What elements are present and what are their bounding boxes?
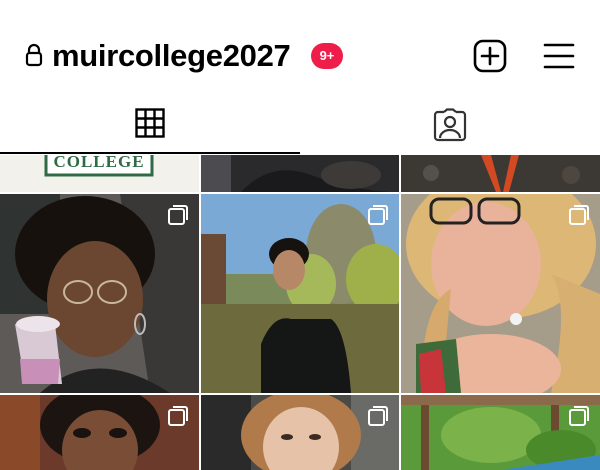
carousel-icon [368, 205, 388, 225]
carousel-icon [569, 406, 589, 426]
profile-header: muircollege2027 9+ [0, 0, 600, 100]
carousel-icon [368, 406, 388, 426]
tab-tagged[interactable] [300, 100, 600, 154]
college-banner-text: COLLEGE [53, 155, 145, 171]
post-thumbnail[interactable] [401, 194, 600, 393]
lock-icon [25, 43, 43, 67]
notification-badge[interactable]: 9+ [311, 43, 343, 69]
profile-tabs [0, 100, 600, 154]
carousel-icon [168, 406, 188, 426]
post-thumbnail[interactable] [401, 155, 600, 192]
post-thumbnail[interactable] [401, 395, 600, 470]
post-photo [201, 155, 399, 192]
post-thumbnail[interactable] [201, 155, 399, 192]
carousel-icon [168, 205, 188, 225]
post-thumbnail[interactable] [0, 395, 199, 470]
tab-posts-grid[interactable] [0, 100, 300, 154]
grid-icon [135, 108, 165, 138]
carousel-icon [569, 205, 589, 225]
post-thumbnail[interactable] [0, 194, 199, 393]
profile-username[interactable]: muircollege2027 [52, 38, 291, 74]
post-thumbnail[interactable] [201, 395, 399, 470]
post-thumbnail[interactable] [201, 194, 399, 393]
add-post-icon[interactable] [473, 39, 507, 73]
posts-grid: COLLEGE [0, 155, 600, 470]
post-photo [401, 155, 600, 192]
tagged-person-icon [433, 108, 467, 142]
hamburger-menu-icon[interactable] [543, 41, 575, 71]
post-thumbnail[interactable]: COLLEGE [0, 155, 199, 192]
